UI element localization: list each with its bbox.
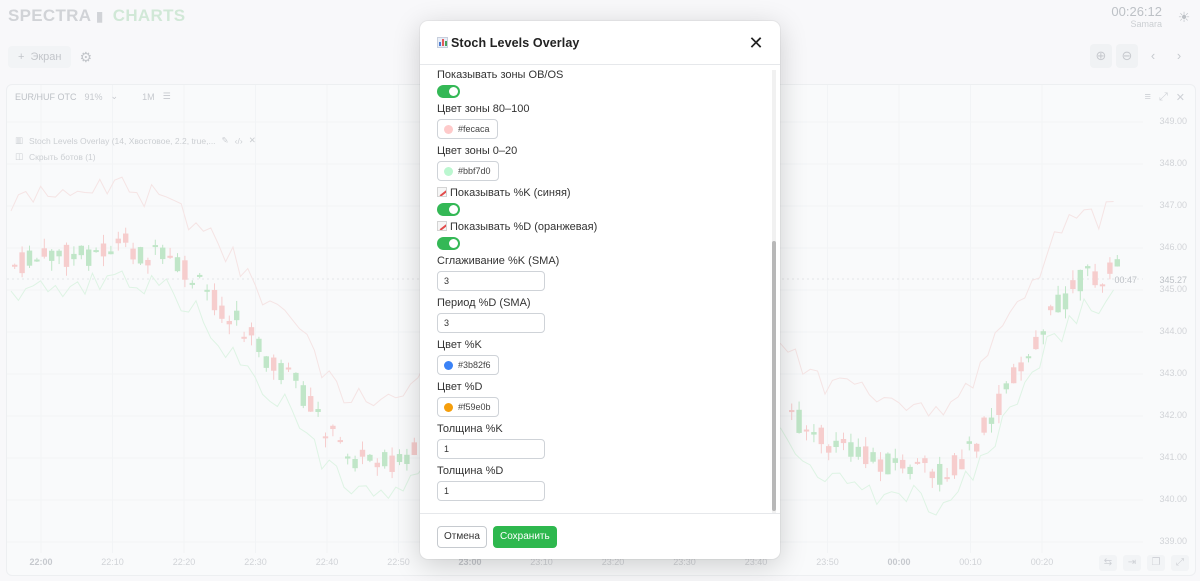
color-k-label: Цвет %K <box>437 339 482 351</box>
modal-body[interactable]: Показывать зоны OB/OS Цвет зоны 80–100 #… <box>420 66 780 513</box>
show-zones-toggle[interactable] <box>437 85 460 98</box>
indicator-settings-modal: Stoch Levels Overlay ✕ Показывать зоны O… <box>420 21 780 559</box>
close-icon[interactable]: ✕ <box>746 33 766 53</box>
zone-0-swatch <box>444 166 453 176</box>
zone-0-value: #bbf7d0 <box>458 166 491 176</box>
period-d-label: Период %D (SMA) <box>437 297 531 309</box>
zone-0-label: Цвет зоны 0–20 <box>437 145 518 157</box>
zone-80-color-picker[interactable]: #fecaca <box>437 119 498 139</box>
line-chart-icon <box>437 187 447 197</box>
color-k-picker[interactable]: #3b82f6 <box>437 355 499 375</box>
line-chart-icon <box>437 221 447 231</box>
zone-80-value: #fecaca <box>458 124 490 134</box>
smooth-k-input[interactable]: 3 <box>437 271 545 291</box>
show-d-label: Показывать %D (оранжевая) <box>437 221 597 233</box>
period-d-input[interactable]: 3 <box>437 313 545 333</box>
width-d-label: Толщина %D <box>437 465 504 477</box>
save-button[interactable]: Сохранить <box>493 526 557 548</box>
zone-80-swatch <box>444 124 453 134</box>
width-d-input[interactable]: 1 <box>437 481 545 501</box>
zone-0-color-picker[interactable]: #bbf7d0 <box>437 161 499 181</box>
width-k-label: Толщина %K <box>437 423 503 435</box>
bar-chart-icon <box>437 37 448 48</box>
show-zones-label: Показывать зоны OB/OS <box>437 69 564 81</box>
modal-title: Stoch Levels Overlay <box>437 36 579 50</box>
cancel-button[interactable]: Отмена <box>437 526 487 548</box>
show-d-label-text: Показывать %D (оранжевая) <box>450 221 598 233</box>
show-d-toggle[interactable] <box>437 237 460 250</box>
show-k-label: Показывать %K (синяя) <box>437 187 571 199</box>
color-k-swatch <box>444 360 453 370</box>
modal-footer: Отмена Сохранить <box>420 513 780 559</box>
color-k-value: #3b82f6 <box>458 360 491 370</box>
modal-header: Stoch Levels Overlay ✕ <box>420 21 780 65</box>
color-d-value: #f59e0b <box>458 402 491 412</box>
width-k-input[interactable]: 1 <box>437 439 545 459</box>
color-d-label: Цвет %D <box>437 381 483 393</box>
show-k-toggle[interactable] <box>437 203 460 216</box>
show-k-label-text: Показывать %K (синяя) <box>450 187 571 199</box>
zone-80-label: Цвет зоны 80–100 <box>437 103 530 115</box>
scrollbar-thumb[interactable] <box>772 241 776 511</box>
smooth-k-label: Сглаживание %K (SMA) <box>437 255 560 267</box>
color-d-picker[interactable]: #f59e0b <box>437 397 499 417</box>
color-d-swatch <box>444 402 453 412</box>
modal-title-text: Stoch Levels Overlay <box>451 36 580 50</box>
